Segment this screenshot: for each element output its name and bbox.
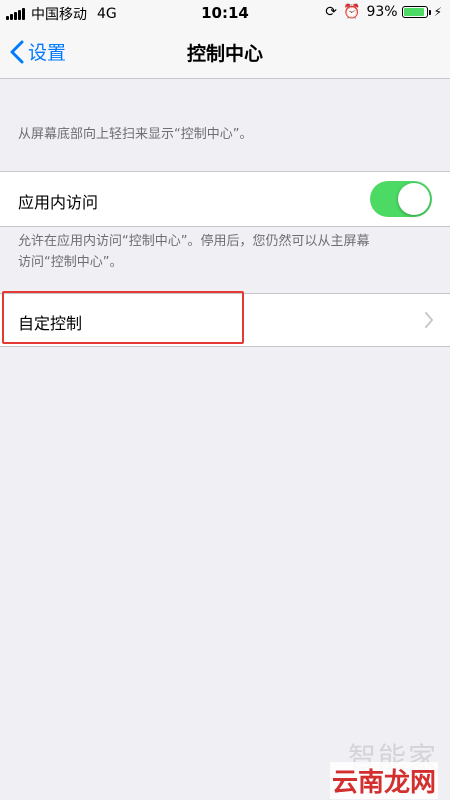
in-app-access-description: 允许在应用内访问“控制中心”。停用后，您仍然可以从主屏幕 访问“控制中心”。 (18, 231, 433, 273)
description-line-1: 允许在应用内访问“控制中心”。停用后，您仍然可以从主屏幕 (18, 234, 370, 249)
navigation-bar: 设置 控制中心 (0, 26, 450, 79)
in-app-access-toggle[interactable] (370, 181, 432, 217)
battery-icon (401, 6, 431, 18)
battery-percent: 93% (366, 4, 398, 20)
in-app-access-row: 应用内访问 (0, 171, 450, 227)
in-app-access-label: 应用内访问 (18, 193, 99, 212)
charging-icon: ⚡ (433, 5, 442, 19)
chevron-right-icon (425, 312, 433, 328)
customize-controls-row[interactable]: 自定控制 (0, 293, 450, 347)
status-right: ⟳ ⏰ 93% ⚡ (325, 4, 442, 20)
customize-controls-label: 自定控制 (18, 314, 83, 333)
swipe-hint-text: 从屏幕底部向上轻扫来显示“控制中心”。 (18, 127, 253, 142)
battery-fill (403, 8, 424, 16)
rotation-lock-icon: ⟳ (325, 4, 337, 20)
description-line-2: 访问“控制中心”。 (18, 255, 123, 270)
page-title: 控制中心 (186, 43, 263, 65)
alarm-icon: ⏰ (343, 4, 361, 20)
toggle-knob (398, 183, 430, 215)
status-bar: 中国移动 4G 10:14 ⟳ ⏰ 93% ⚡ (0, 0, 450, 26)
watermark-logo: 云南龙网 (329, 762, 438, 799)
